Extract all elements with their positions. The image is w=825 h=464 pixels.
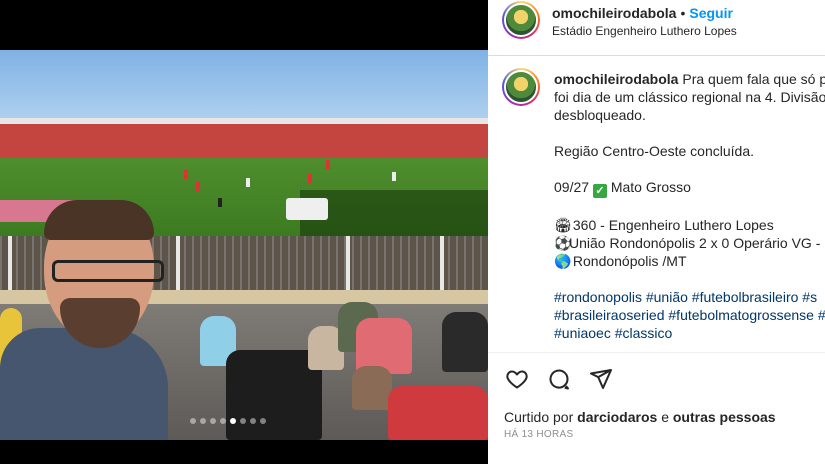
caption-match: União Rondonópolis 2 x 0 Operário VG -	[569, 235, 821, 251]
post-sidebar: omochileirodabola • Seguir Estádio Engenhe…	[488, 0, 825, 464]
share-icon	[590, 369, 612, 389]
liked-by-and: e	[661, 409, 669, 425]
caption-state: Mato Grosso	[610, 179, 691, 195]
post-header: omochileirodabola • Seguir Estádio Engenhe…	[488, 0, 825, 56]
separator-dot: •	[680, 5, 686, 21]
location-link[interactable]: Estádio Engenheiro Luthero Lopes	[552, 24, 737, 38]
carousel-dot	[190, 418, 196, 424]
carousel-dot	[200, 418, 206, 424]
comment-icon	[549, 369, 569, 390]
liked-by-prefix: Curtido por	[504, 409, 574, 425]
carousel-dot	[210, 418, 216, 424]
carousel-dot	[230, 418, 236, 424]
post-timestamp[interactable]: HÁ 13 HORAS	[504, 429, 573, 440]
caption-stadium: 360 - Engenheiro Luthero Lopes	[572, 217, 774, 233]
header-username[interactable]: omochileirodabola	[552, 5, 676, 21]
stadium-icon: 🏟	[554, 217, 572, 233]
post-caption: omochileirodabola Pra quem fala que só p…	[554, 70, 825, 356]
caption-username[interactable]: omochileirodabola	[554, 71, 678, 87]
caption-line-2: foi dia de um clássico regional na 4. Di…	[554, 89, 825, 105]
caption-city: Rondonópolis /MT	[572, 253, 687, 269]
stadium-photo	[0, 50, 488, 440]
check-icon: ✓	[592, 184, 607, 198]
liked-by: Curtido por darciodaros e outras pessoas	[504, 409, 776, 425]
caption-line-3: desbloqueado.	[554, 107, 646, 123]
follow-button[interactable]: Seguir	[689, 5, 733, 21]
comment-button[interactable]	[546, 366, 572, 392]
soccer-ball-icon: ⚽	[554, 235, 572, 251]
caption-line-1: Pra quem fala que só pe	[682, 71, 825, 87]
post-actions	[504, 366, 614, 392]
hashtags-line-3[interactable]: #uniaoec #classico	[554, 324, 825, 342]
share-button[interactable]	[588, 366, 614, 392]
hashtags-line-1[interactable]: #rondonopolis #união #futebolbrasileiro …	[554, 288, 825, 306]
caption-avatar[interactable]	[502, 68, 540, 106]
carousel-dot	[250, 418, 256, 424]
caption-date: 09/27	[554, 179, 590, 195]
hashtags-line-2[interactable]: #brasileiraoseried #futebolmatogrossense…	[554, 306, 825, 324]
liked-by-user[interactable]: darciodaros	[577, 409, 657, 425]
carousel-indicator	[190, 418, 266, 424]
globe-icon: 🌎	[554, 253, 572, 269]
carousel-dot	[240, 418, 246, 424]
like-button[interactable]	[504, 366, 530, 392]
avatar[interactable]	[502, 1, 540, 39]
actions-divider	[488, 352, 825, 353]
liked-by-others[interactable]: outras pessoas	[673, 409, 776, 425]
carousel-dot	[260, 418, 266, 424]
carousel-dot	[220, 418, 226, 424]
caption-line-4: Região Centro-Oeste concluída.	[554, 143, 754, 159]
heart-icon	[506, 370, 528, 389]
post-media[interactable]	[0, 0, 488, 464]
